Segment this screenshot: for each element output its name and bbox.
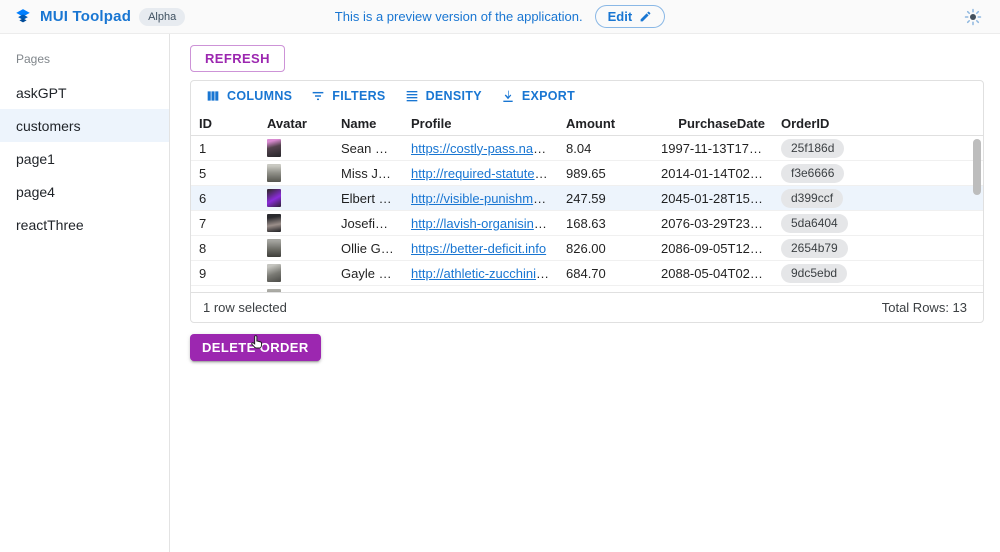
avatar [267, 289, 281, 292]
profile-link[interactable]: https://better-deficit.info [411, 241, 546, 256]
table-row-selected[interactable]: 6 Elbert McL... http://visible-punishmen… [191, 186, 983, 211]
profile-link[interactable]: http://lavish-organising.name [411, 216, 558, 231]
toolpad-logo-icon [14, 8, 32, 26]
table-row-partial[interactable] [191, 286, 983, 292]
customers-data-grid: COLUMNS FILTERS DENSITY [190, 80, 984, 323]
grid-body: 1 Sean Harris https://costly-pass.name 8… [191, 136, 983, 292]
app-title: MUI Toolpad [40, 8, 131, 25]
column-header-profile[interactable]: Profile [403, 116, 558, 131]
preview-banner-text: This is a preview version of the applica… [335, 9, 583, 24]
columns-button[interactable]: COLUMNS [199, 84, 298, 108]
export-button[interactable]: EXPORT [494, 84, 581, 108]
column-header-avatar[interactable]: Avatar [259, 116, 333, 131]
grid-toolbar: COLUMNS FILTERS DENSITY [191, 81, 983, 111]
refresh-button[interactable]: REFRESH [190, 45, 285, 72]
sidebar-item-customers[interactable]: customers [0, 109, 169, 142]
density-button[interactable]: DENSITY [398, 84, 488, 108]
sidebar-item-page4[interactable]: page4 [0, 175, 169, 208]
alpha-badge: Alpha [139, 8, 185, 26]
sun-icon [964, 8, 982, 26]
view-columns-icon [205, 88, 221, 104]
theme-toggle-button[interactable] [960, 4, 986, 30]
filters-button[interactable]: FILTERS [304, 84, 391, 108]
density-lines-icon [404, 88, 420, 104]
column-header-orderid[interactable]: OrderID [773, 116, 973, 131]
order-id-chip: 2654b79 [781, 239, 848, 258]
grid-footer: 1 row selected Total Rows: 13 [191, 292, 983, 322]
order-id-chip: f3e6666 [781, 164, 844, 183]
edit-button[interactable]: Edit [595, 5, 666, 28]
download-icon [500, 88, 516, 104]
column-header-id[interactable]: ID [191, 116, 259, 131]
order-id-chip: 5da6404 [781, 214, 848, 233]
order-id-chip: d399ccf [781, 189, 843, 208]
column-header-name[interactable]: Name [333, 116, 403, 131]
order-id-chip: 9dc5ebd [781, 264, 847, 283]
avatar [267, 189, 281, 207]
pencil-icon [639, 10, 652, 23]
sidebar: Pages askGPT customers page1 page4 react… [0, 34, 170, 552]
sidebar-item-reactthree[interactable]: reactThree [0, 208, 169, 241]
profile-link[interactable]: http://visible-punishment.net [411, 191, 558, 206]
grid-header-row: ID Avatar Name Profile Amount PurchaseDa… [191, 111, 983, 136]
selection-count: 1 row selected [203, 300, 287, 315]
table-row[interactable]: 1 Sean Harris https://costly-pass.name 8… [191, 136, 983, 161]
column-header-purchasedate[interactable]: PurchaseDate [653, 116, 773, 131]
profile-link[interactable]: https://costly-pass.name [411, 141, 551, 156]
delete-order-button[interactable]: DELETE ORDER [190, 334, 321, 361]
order-id-chip: 25f186d [781, 139, 844, 158]
page-content: REFRESH COLUMNS FILTERS [170, 34, 1000, 552]
app-header: MUI Toolpad Alpha This is a preview vers… [0, 0, 1000, 34]
table-row[interactable]: 7 Josefina P... http://lavish-organising… [191, 211, 983, 236]
table-row[interactable]: 8 Ollie Green... https://better-deficit.… [191, 236, 983, 261]
avatar [267, 164, 281, 182]
avatar [267, 264, 281, 282]
profile-link[interactable]: http://required-statute.org [411, 166, 557, 181]
sidebar-item-page1[interactable]: page1 [0, 142, 169, 175]
sidebar-item-askgpt[interactable]: askGPT [0, 76, 169, 109]
total-rows: Total Rows: 13 [882, 300, 967, 315]
profile-link[interactable]: http://athletic-zucchini.org [411, 266, 558, 281]
column-header-amount[interactable]: Amount [558, 116, 653, 131]
vertical-scrollbar-thumb[interactable] [973, 139, 981, 195]
filter-list-icon [310, 88, 326, 104]
sidebar-section-label: Pages [0, 46, 169, 76]
avatar [267, 139, 281, 157]
table-row[interactable]: 5 Miss Juan ... http://required-statute.… [191, 161, 983, 186]
avatar [267, 214, 281, 232]
avatar [267, 239, 281, 257]
table-row[interactable]: 9 Gayle Den... http://athletic-zucchini.… [191, 261, 983, 286]
